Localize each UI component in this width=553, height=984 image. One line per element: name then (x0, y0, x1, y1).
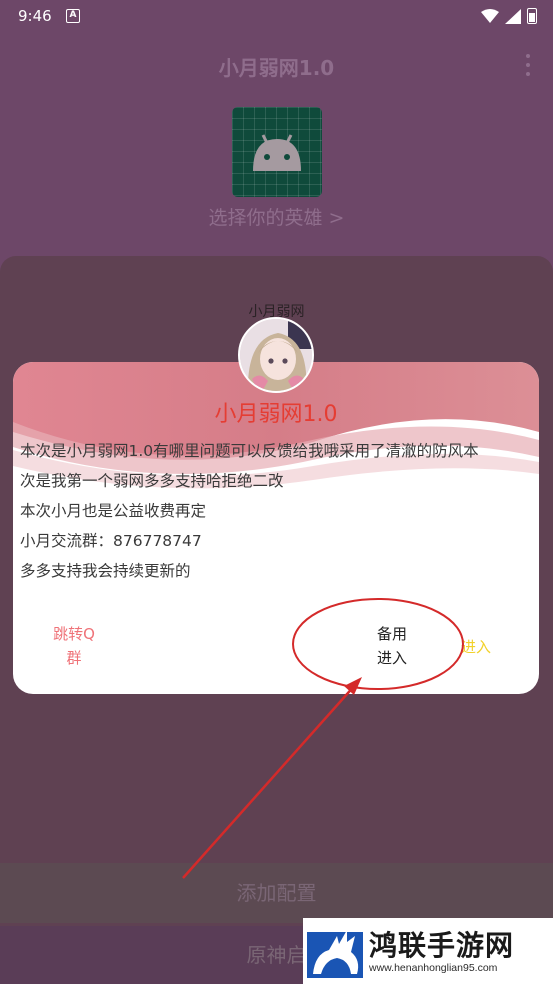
wifi-icon (481, 9, 499, 23)
app-title: 小月弱网1.0 (218, 56, 335, 80)
dialog-message: 本次是小月弱网1.0有哪里问题可以反馈给我哦采用了清澈的防风本 次是我第一个弱网… (20, 436, 532, 586)
message-line: 本次是小月弱网1.0有哪里问题可以反馈给我哦采用了清澈的防风本 (20, 442, 479, 460)
join-qq-group-button[interactable]: 跳转Q 群 (45, 622, 103, 670)
message-line: 小月交流群：876778747 (20, 532, 202, 550)
backup-button-label-1: 备用 (376, 625, 407, 643)
overflow-menu-icon[interactable] (525, 54, 531, 76)
add-config-button[interactable]: 添加配置 (0, 863, 553, 923)
watermark: 鸿联手游网 www.henanhonglian95.com (303, 918, 553, 984)
enter-button[interactable]: 进入 (461, 636, 491, 657)
signal-icon (505, 8, 521, 24)
avatar (238, 317, 314, 393)
watermark-name: 鸿联手游网 (369, 929, 515, 962)
android-icon[interactable] (232, 107, 322, 197)
message-line: 本次小月也是公益收费再定 (20, 502, 207, 520)
message-line: 多多支持我会持续更新的 (20, 562, 191, 580)
message-line: 次是我第一个弱网多多支持哈拒绝二改 (20, 472, 284, 490)
qq-button-label-1: 跳转Q (53, 625, 95, 643)
status-icons (481, 8, 537, 24)
announcement-dialog: 小月弱网1.0 本次是小月弱网1.0有哪里问题可以反馈给我哦采用了清澈的防风本 … (13, 362, 539, 694)
battery-icon (527, 8, 537, 24)
qq-button-label-2: 群 (66, 649, 82, 667)
choose-hero-link[interactable]: 选择你的英雄 > (0, 203, 553, 230)
watermark-url: www.henanhonglian95.com (369, 962, 498, 974)
notification-icon: A (66, 9, 80, 23)
status-bar: 9:46 A (0, 0, 553, 32)
backup-button-label-2: 进入 (376, 649, 407, 667)
deer-logo-icon (307, 930, 363, 978)
dialog-title: 小月弱网1.0 (214, 402, 338, 427)
backup-enter-button[interactable]: 备用 进入 (367, 622, 417, 670)
status-time: 9:46 (18, 7, 52, 25)
